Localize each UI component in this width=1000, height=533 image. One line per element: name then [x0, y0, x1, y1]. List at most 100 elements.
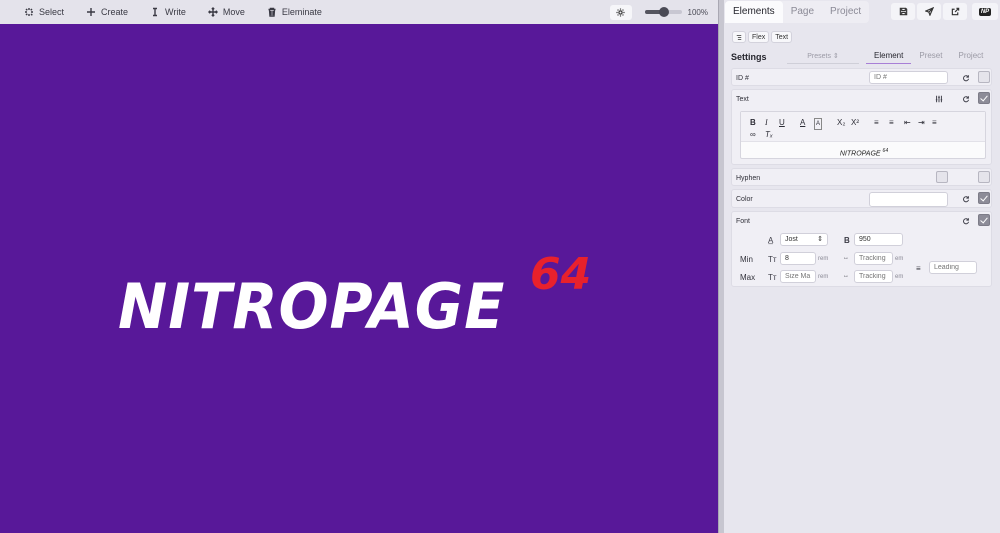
align-left-icon[interactable]: ≡	[932, 118, 937, 128]
brand-text: NITROPAGE	[118, 270, 506, 343]
min-label: Min	[740, 255, 753, 264]
color-label: Color	[736, 196, 753, 203]
max-tracking-unit: em	[895, 274, 904, 280]
indent-icon[interactable]: ⇥	[918, 118, 925, 128]
open-external-button[interactable]	[943, 3, 967, 20]
font-weight-icon: B	[844, 236, 850, 245]
write-tool-button[interactable]: Write	[139, 0, 197, 24]
clear-format-icon[interactable]: Tₓ	[765, 130, 773, 140]
send-icon	[924, 7, 934, 16]
move-tool-label: Move	[222, 7, 245, 17]
select-tool-label: Select	[39, 7, 65, 17]
leading-icon: ≡	[916, 264, 921, 273]
reset-icon[interactable]	[961, 94, 971, 104]
tree-toggle-chip[interactable]	[732, 31, 746, 43]
text-row: Text	[732, 90, 993, 109]
tab-elements[interactable]: Elements	[725, 1, 783, 23]
subtab-project[interactable]: Project	[950, 50, 991, 64]
reset-icon[interactable]	[961, 73, 971, 83]
text-enable-checkbox[interactable]	[978, 92, 990, 104]
save-button[interactable]	[891, 3, 915, 20]
id-setting-card: ID #	[731, 68, 992, 86]
color-setting-card: Color	[731, 189, 992, 208]
font-weight-value: 950	[859, 236, 871, 243]
hyphen-enable-checkbox[interactable]	[978, 171, 990, 183]
create-tool-button[interactable]: Create	[75, 0, 139, 24]
link-icon[interactable]: ∞	[750, 130, 756, 140]
font-label: Font	[736, 218, 751, 225]
save-icon	[899, 7, 907, 16]
move-icon	[207, 7, 218, 17]
editor-superscript: 64	[882, 148, 889, 154]
bullet-list-icon[interactable]: ≡	[889, 118, 894, 128]
theme-toggle-button[interactable]	[609, 4, 632, 20]
italic-button[interactable]: I	[765, 118, 768, 128]
max-label: Max	[740, 273, 756, 282]
hyphen-setting-card: Hyphen	[731, 168, 992, 186]
publish-button[interactable]	[917, 3, 941, 20]
plus-icon	[87, 8, 96, 16]
brand-superscript: 64	[530, 249, 592, 300]
presets-select[interactable]: Presets ⇕	[787, 51, 859, 64]
text-cursor-icon	[153, 7, 158, 17]
font-size-icon: Tт	[768, 255, 777, 264]
breadcrumb-flex[interactable]: Flex	[748, 31, 770, 43]
id-input[interactable]	[869, 71, 948, 84]
nitropage-logo-button[interactable]: NP	[972, 3, 998, 20]
subscript-button[interactable]: X₂	[837, 118, 845, 128]
page-canvas[interactable]: NITROPAGE 64	[0, 24, 718, 533]
settings-title: Settings	[731, 52, 767, 62]
hyphen-label: Hyphen	[736, 174, 761, 182]
zoom-level: 100%	[687, 7, 708, 17]
rich-text-content[interactable]: NITROPAGE 64	[741, 148, 987, 157]
outdent-icon[interactable]: ⇤	[904, 118, 911, 128]
min-tracking-input[interactable]	[854, 252, 893, 265]
tracking-icon: ↔	[843, 273, 849, 279]
color-input[interactable]	[869, 192, 948, 207]
bold-button[interactable]: B	[750, 118, 756, 128]
select-icon	[25, 8, 33, 16]
leading-input[interactable]	[929, 261, 977, 274]
zoom-slider-knob[interactable]	[658, 7, 669, 17]
highlight-color-icon[interactable]: A	[814, 118, 823, 130]
tab-page[interactable]: Page	[783, 1, 822, 23]
breadcrumb-text[interactable]: Text	[771, 31, 793, 43]
color-enable-checkbox[interactable]	[978, 192, 990, 204]
font-row: Font	[732, 212, 993, 231]
panel-tab-group: Elements Page Project	[725, 1, 870, 23]
subtab-preset[interactable]: Preset	[911, 50, 950, 64]
underline-button[interactable]: U	[779, 118, 785, 128]
superscript-button[interactable]: X²	[851, 118, 859, 128]
select-tool-button[interactable]: Select	[0, 0, 75, 24]
text-label: Text	[736, 96, 749, 103]
font-color-icon[interactable]: A	[800, 118, 805, 128]
hyphen-toggle[interactable]	[936, 171, 948, 183]
eleminate-tool-button[interactable]: Eleminate	[256, 0, 333, 24]
rich-text-editor[interactable]: B I U A A X₂ X² ≡ ≡ ⇤ ⇥ ≡ ∞ Tₓ NITROPAGE…	[740, 111, 986, 159]
max-tracking-input[interactable]	[854, 270, 893, 283]
font-size-icon: Tт	[768, 273, 777, 282]
move-tool-button[interactable]: Move	[197, 0, 256, 24]
id-label: ID #	[736, 74, 749, 82]
font-family-select[interactable]: Jost ⇕	[780, 233, 828, 246]
font-enable-checkbox[interactable]	[978, 214, 990, 226]
subtab-element[interactable]: Element	[866, 50, 912, 64]
min-size-unit: rem	[818, 256, 829, 262]
font-setting-card: Font A̲ Jost ⇕ B 950 Min Tт 8 rem ↔ em ≡…	[731, 211, 992, 287]
reset-icon[interactable]	[961, 194, 971, 204]
sliders-icon[interactable]	[934, 94, 944, 104]
id-enable-checkbox[interactable]	[978, 71, 990, 83]
font-family-icon: A̲	[768, 236, 774, 245]
font-family-value: Jost	[785, 236, 798, 243]
chevron-updown-icon: ⇕	[832, 52, 839, 60]
reset-icon[interactable]	[961, 216, 971, 226]
font-weight-input[interactable]: 950	[854, 233, 903, 246]
max-size-unit: rem	[818, 274, 829, 280]
tab-project[interactable]: Project	[822, 1, 869, 23]
max-size-input[interactable]	[780, 270, 816, 283]
settings-header: Settings Presets ⇕ Element Preset Projec…	[731, 50, 995, 64]
ordered-list-icon[interactable]: ≡	[874, 118, 879, 128]
id-row: ID #	[732, 69, 993, 87]
min-size-input[interactable]: 8	[780, 252, 816, 265]
zoom-slider[interactable]	[644, 7, 682, 17]
